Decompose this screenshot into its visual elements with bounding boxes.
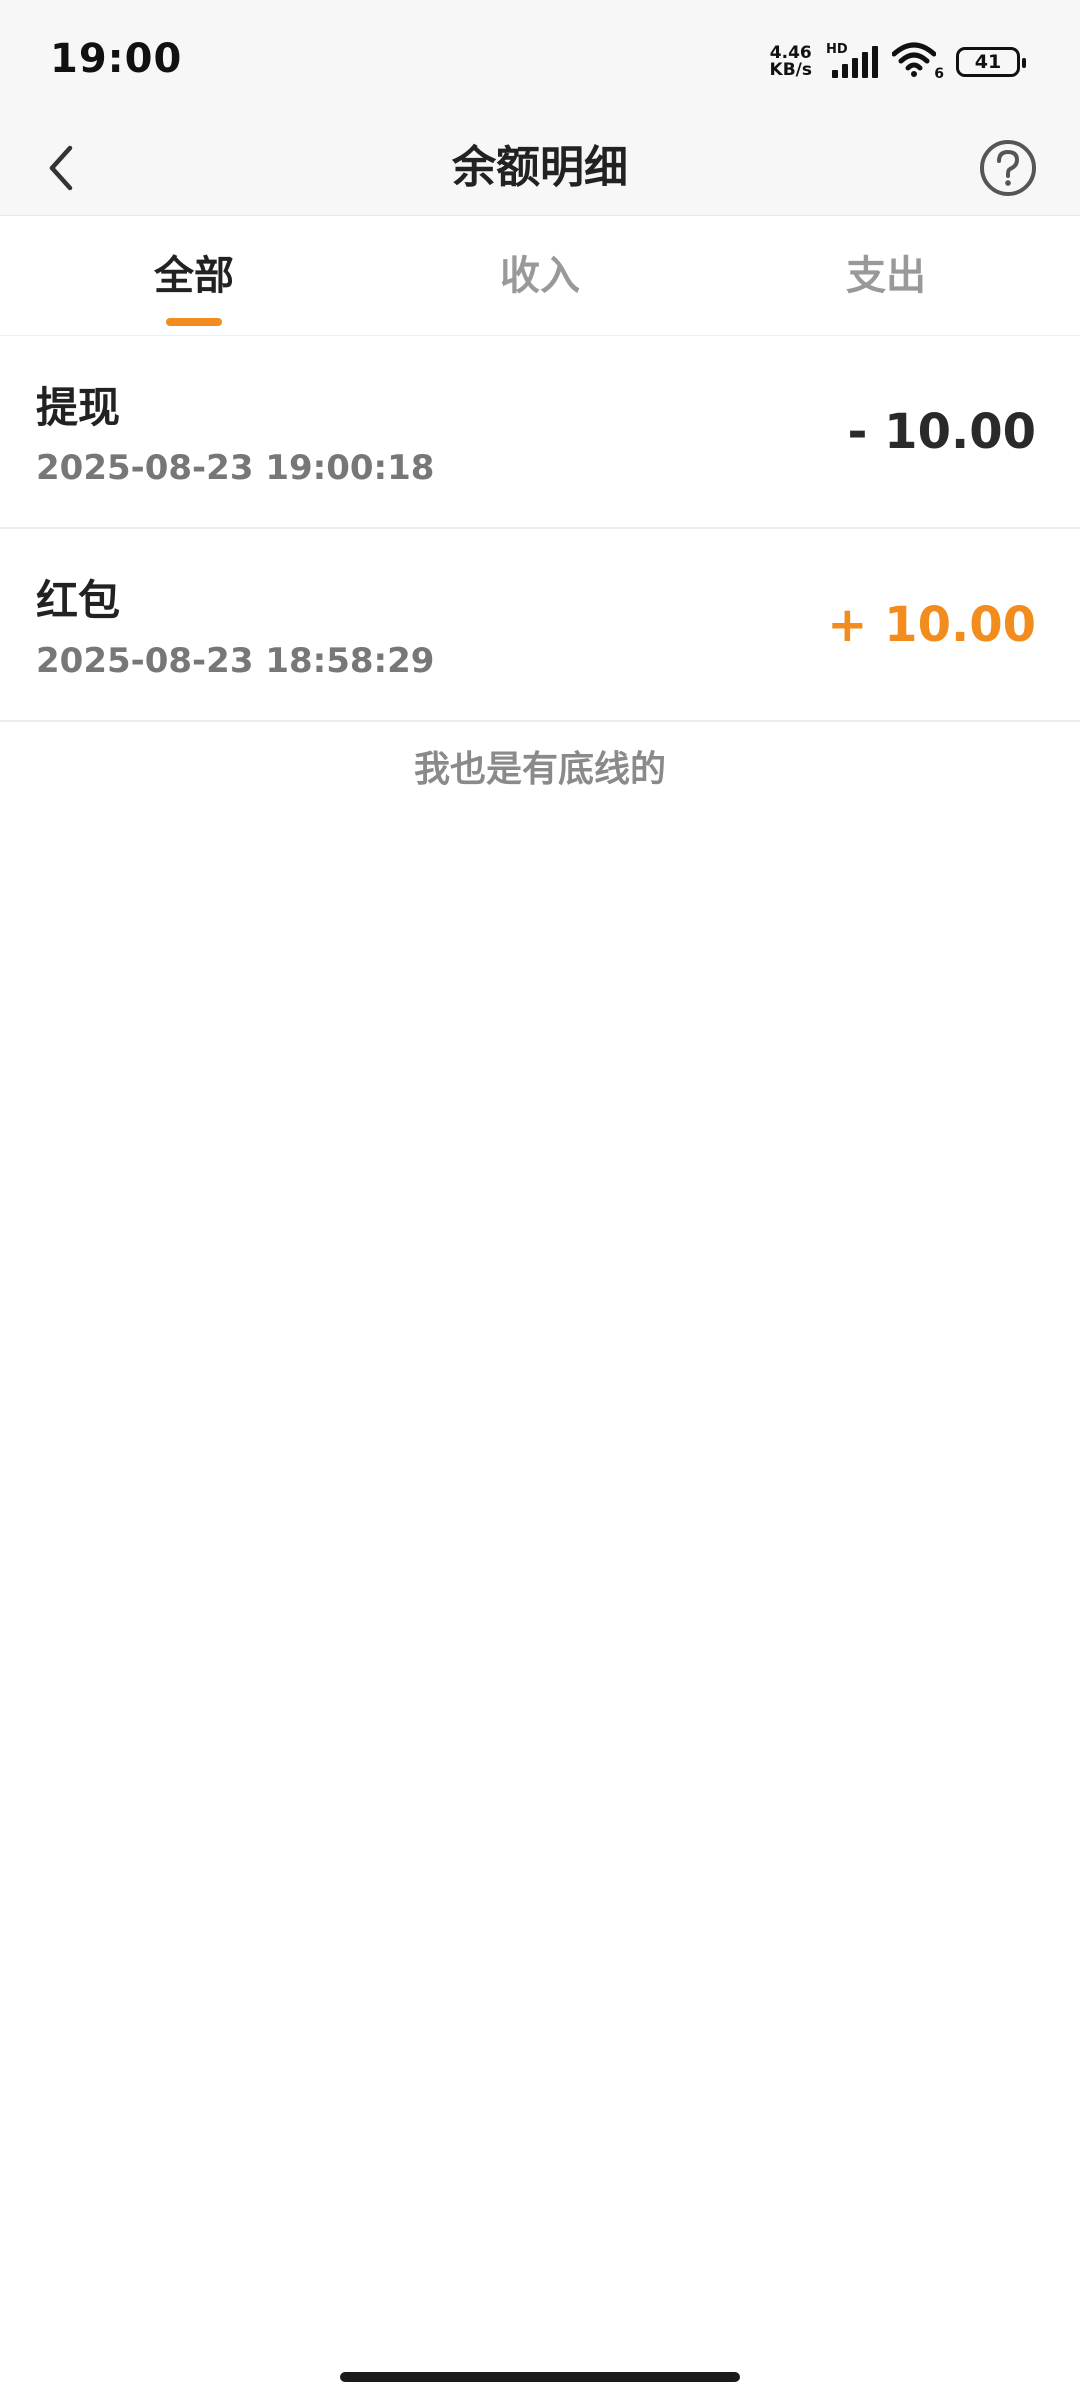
nav-bar: 余额明细 [0, 120, 1080, 216]
end-of-list-note: 我也是有底线的 [413, 749, 666, 790]
transaction-title: 红包 [36, 576, 121, 625]
transaction-list: 提现 2025-08-23 19:00:18 - 10.00 红包 2025-0… [0, 336, 1080, 722]
help-button[interactable] [978, 138, 1038, 198]
page-title: 余额明细 [452, 142, 628, 193]
transaction-row[interactable]: 红包 2025-08-23 18:58:29 + 10.00 [0, 529, 1080, 722]
question-circle-icon [980, 140, 1036, 196]
transaction-title: 提现 [36, 383, 121, 432]
wifi-icon: 6 [891, 42, 944, 82]
battery-level: 41 [974, 51, 1002, 73]
home-indicator[interactable] [340, 2372, 740, 2382]
status-bar: 19:00 4.46 KB/s HD 6 41 [0, 0, 1080, 120]
transaction-time: 2025-08-23 18:58:29 [36, 641, 435, 681]
status-icons: 4.46 KB/s HD 6 41 [770, 42, 1026, 82]
tab-expense[interactable]: 支出 [706, 216, 1066, 336]
transaction-time: 2025-08-23 19:00:18 [36, 448, 435, 488]
transaction-row[interactable]: 提现 2025-08-23 19:00:18 - 10.00 [0, 336, 1080, 529]
transaction-amount: - 10.00 [847, 404, 1036, 460]
active-tab-indicator [166, 318, 222, 326]
status-time: 19:00 [50, 36, 183, 82]
network-speed: 4.46 KB/s [770, 45, 812, 79]
transaction-amount: + 10.00 [827, 597, 1036, 653]
cellular-signal-icon: HD [826, 42, 878, 82]
battery-icon: 41 [956, 47, 1026, 77]
filter-tabs: 全部 收入 支出 [0, 216, 1080, 336]
wifi-6-label: 6 [934, 66, 944, 82]
network-speed-unit: KB/s [769, 60, 812, 80]
tab-income[interactable]: 收入 [360, 216, 720, 336]
